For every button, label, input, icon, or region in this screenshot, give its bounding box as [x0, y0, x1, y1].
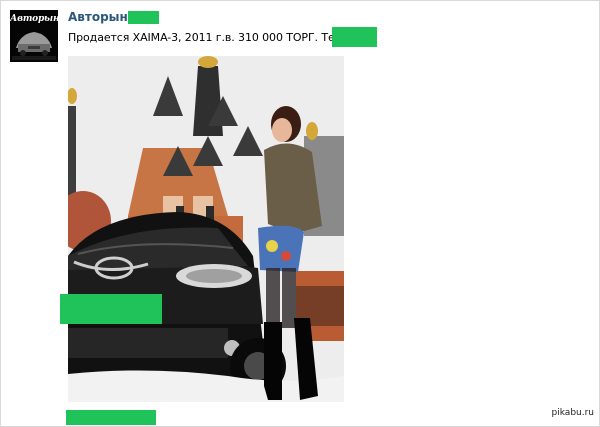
car-photo-icon [68, 56, 344, 402]
watermark: pikabu.ru [551, 408, 594, 418]
redaction-block-photo [60, 294, 162, 324]
post-text: Продается XAIMA-3, 2011 г.в. 310 000 ТОР… [68, 31, 373, 44]
post-photo[interactable] [68, 56, 344, 402]
avatar-logo-text: Авторынок [10, 14, 58, 24]
author-avatar[interactable]: Авторынок [10, 10, 58, 62]
redaction-block-author [128, 11, 159, 24]
redaction-block-phone [332, 27, 377, 47]
redaction-block-footer [66, 410, 156, 425]
